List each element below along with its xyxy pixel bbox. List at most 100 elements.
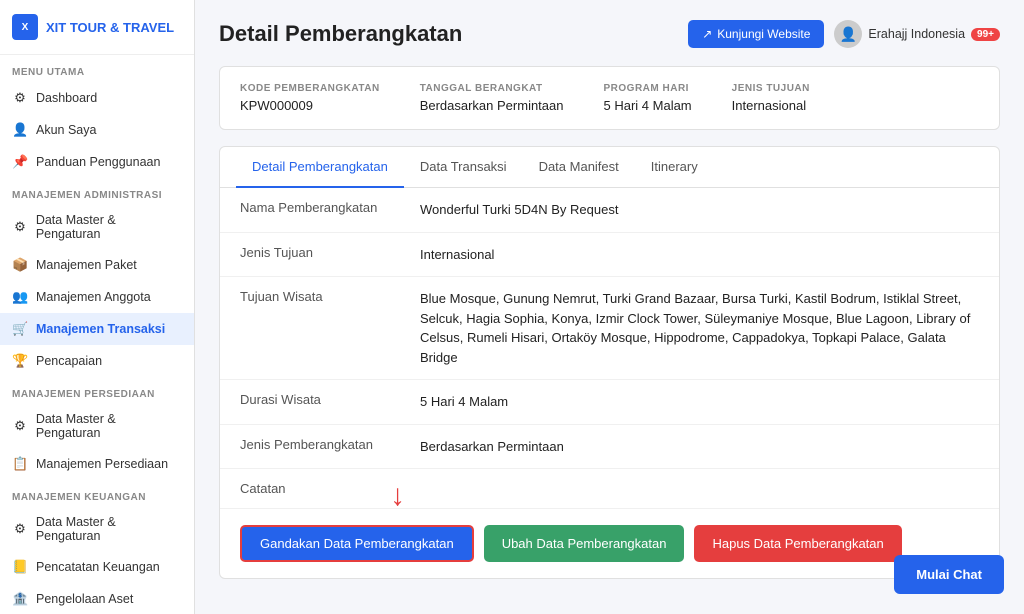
edit-button[interactable]: Ubah Data Pemberangkatan [484, 525, 685, 562]
keuangan-icon: 📒 [12, 559, 28, 575]
page-title: Detail Pemberangkatan [219, 21, 462, 47]
sidebar-item-manajemen-paket[interactable]: 📦 Manajemen Paket [0, 249, 194, 281]
app-logo: X XIT TOUR & TRAVEL [0, 0, 194, 55]
akun-icon: 👤 [12, 122, 28, 138]
duplicate-button[interactable]: Gandakan Data Pemberangkatan [240, 525, 474, 562]
manajemen-keuangan-title: MANAJEMEN KEUANGAN [0, 480, 194, 507]
sidebar-item-pencapaian[interactable]: 🏆 Pencapaian [0, 345, 194, 377]
label-nama-pemberangkatan: Nama Pemberangkatan [240, 200, 420, 215]
avatar: 👤 [834, 20, 862, 48]
tab-data-manifest[interactable]: Data Manifest [523, 147, 635, 188]
visit-website-button[interactable]: ↗ Kunjungi Website [688, 20, 824, 48]
sidebar-item-manajemen-persediaan[interactable]: 📋 Manajemen Persediaan [0, 448, 194, 480]
action-buttons: ↓ Gandakan Data Pemberangkatan Ubah Data… [220, 508, 999, 578]
label-durasi-wisata: Durasi Wisata [240, 392, 420, 407]
kode-field: KODE PEMBERANGKATAN KPW000009 [240, 83, 380, 113]
label-tujuan-wisata: Tujuan Wisata [240, 289, 420, 304]
detail-card: Detail Pemberangkatan Data Transaksi Dat… [219, 146, 1000, 579]
tab-data-transaksi[interactable]: Data Transaksi [404, 147, 523, 188]
jenis-value: Internasional [732, 98, 806, 113]
user-info: 👤 Erahajj Indonesia 99+ [834, 20, 1000, 48]
menu-utama-title: MENU UTAMA [0, 55, 194, 82]
topbar: Detail Pemberangkatan ↗ Kunjungi Website… [219, 20, 1000, 48]
tanggal-field: TANGGAL BERANGKAT Berdasarkan Permintaan [420, 83, 564, 113]
sidebar: X XIT TOUR & TRAVEL MENU UTAMA ⚙ Dashboa… [0, 0, 195, 614]
tanggal-label: TANGGAL BERANGKAT [420, 83, 564, 94]
sidebar-item-manajemen-anggota[interactable]: 👥 Manajemen Anggota [0, 281, 194, 313]
sidebar-item-data-master-persediaan[interactable]: ⚙ Data Master & Pengaturan [0, 404, 194, 448]
info-card: KODE PEMBERANGKATAN KPW000009 TANGGAL BE… [219, 66, 1000, 130]
sidebar-item-label: Manajemen Transaksi [36, 322, 165, 336]
program-field: PROGRAM HARI 5 Hari 4 Malam [604, 83, 692, 113]
pencapaian-icon: 🏆 [12, 353, 28, 369]
jenis-field: JENIS TUJUAN Internasional [732, 83, 810, 113]
sidebar-item-label: Data Master & Pengaturan [36, 515, 182, 543]
kode-label: KODE PEMBERANGKATAN [240, 83, 380, 94]
data-master2-icon: ⚙ [12, 418, 28, 434]
sidebar-item-label: Pencatatan Keuangan [36, 560, 160, 574]
delete-button[interactable]: Hapus Data Pemberangkatan [694, 525, 901, 562]
jenis-label: JENIS TUJUAN [732, 83, 810, 94]
data-master3-icon: ⚙ [12, 521, 28, 537]
program-label: PROGRAM HARI [604, 83, 692, 94]
value-jenis-tujuan: Internasional [420, 245, 979, 265]
row-durasi-wisata: Durasi Wisata 5 Hari 4 Malam [220, 380, 999, 425]
sidebar-item-label: Akun Saya [36, 123, 96, 137]
sidebar-item-label: Dashboard [36, 91, 97, 105]
manajemen-persediaan-title: MANAJEMEN PERSEDIAAN [0, 377, 194, 404]
tanggal-value: Berdasarkan Permintaan [420, 98, 564, 113]
paket-icon: 📦 [12, 257, 28, 273]
value-jenis-pemberangkatan: Berdasarkan Permintaan [420, 437, 979, 457]
main-content: Detail Pemberangkatan ↗ Kunjungi Website… [195, 0, 1024, 614]
sidebar-item-panduan[interactable]: 📌 Panduan Penggunaan [0, 146, 194, 178]
sidebar-item-label: Panduan Penggunaan [36, 155, 160, 169]
panduan-icon: 📌 [12, 154, 28, 170]
sidebar-item-label: Manajemen Paket [36, 258, 137, 272]
sidebar-item-akun[interactable]: 👤 Akun Saya [0, 114, 194, 146]
sidebar-item-label: Data Master & Pengaturan [36, 213, 182, 241]
sidebar-item-manajemen-transaksi[interactable]: 🛒 Manajemen Transaksi [0, 313, 194, 345]
sidebar-item-label: Pengelolaan Aset [36, 592, 133, 606]
external-link-icon: ↗ [702, 27, 712, 41]
manajemen-admin-title: MANAJEMEN ADMINISTRASI [0, 178, 194, 205]
tab-detail-pemberangkatan[interactable]: Detail Pemberangkatan [236, 147, 404, 188]
row-catatan: Catatan [220, 469, 999, 508]
value-tujuan-wisata: Blue Mosque, Gunung Nemrut, Turki Grand … [420, 289, 979, 367]
sidebar-item-pengelolaan-aset[interactable]: 🏦 Pengelolaan Aset [0, 583, 194, 614]
sidebar-item-pencatatan-keuangan[interactable]: 📒 Pencatatan Keuangan [0, 551, 194, 583]
logo-icon: X [12, 14, 38, 40]
visit-button-label: Kunjungi Website [717, 27, 810, 41]
sidebar-item-dashboard[interactable]: ⚙ Dashboard [0, 82, 194, 114]
aset-icon: 🏦 [12, 591, 28, 607]
row-jenis-pemberangkatan: Jenis Pemberangkatan Berdasarkan Permint… [220, 425, 999, 470]
persediaan-icon: 📋 [12, 456, 28, 472]
kode-value: KPW000009 [240, 98, 313, 113]
notification-badge: 99+ [971, 28, 1000, 41]
chat-button[interactable]: Mulai Chat [894, 555, 1004, 594]
app-name: XIT TOUR & TRAVEL [46, 20, 174, 35]
data-master-icon: ⚙ [12, 219, 28, 235]
label-catatan: Catatan [240, 481, 420, 496]
label-jenis-tujuan: Jenis Tujuan [240, 245, 420, 260]
value-durasi-wisata: 5 Hari 4 Malam [420, 392, 979, 412]
sidebar-item-data-master-admin[interactable]: ⚙ Data Master & Pengaturan [0, 205, 194, 249]
label-jenis-pemberangkatan: Jenis Pemberangkatan [240, 437, 420, 452]
transaksi-icon: 🛒 [12, 321, 28, 337]
sidebar-item-label: Manajemen Persediaan [36, 457, 168, 471]
dashboard-icon: ⚙ [12, 90, 28, 106]
sidebar-item-label: Data Master & Pengaturan [36, 412, 182, 440]
program-value: 5 Hari 4 Malam [604, 98, 692, 113]
row-nama-pemberangkatan: Nama Pemberangkatan Wonderful Turki 5D4N… [220, 188, 999, 233]
user-name: Erahajj Indonesia [868, 27, 965, 41]
sidebar-item-label: Pencapaian [36, 354, 102, 368]
sidebar-item-label: Manajemen Anggota [36, 290, 151, 304]
row-jenis-tujuan: Jenis Tujuan Internasional [220, 233, 999, 278]
sidebar-item-data-master-keuangan[interactable]: ⚙ Data Master & Pengaturan [0, 507, 194, 551]
value-nama-pemberangkatan: Wonderful Turki 5D4N By Request [420, 200, 979, 220]
row-tujuan-wisata: Tujuan Wisata Blue Mosque, Gunung Nemrut… [220, 277, 999, 380]
topbar-right: ↗ Kunjungi Website 👤 Erahajj Indonesia 9… [688, 20, 1000, 48]
detail-table: Nama Pemberangkatan Wonderful Turki 5D4N… [220, 188, 999, 508]
tab-itinerary[interactable]: Itinerary [635, 147, 714, 188]
anggota-icon: 👥 [12, 289, 28, 305]
tabs: Detail Pemberangkatan Data Transaksi Dat… [220, 147, 999, 188]
